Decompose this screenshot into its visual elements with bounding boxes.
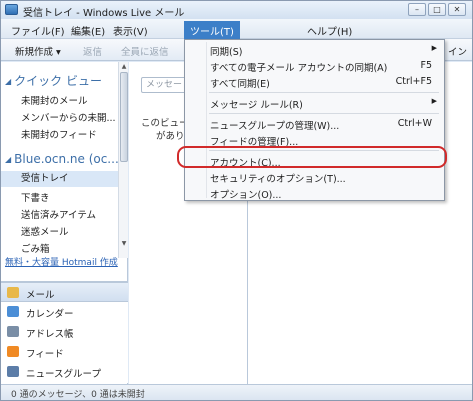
menu-help[interactable]: ヘルプ(H)	[303, 22, 356, 39]
menu-view[interactable]: 表示(V)	[109, 22, 152, 39]
menu-tools[interactable]: ツール(T)	[184, 21, 240, 40]
menu-file[interactable]: ファイル(F)	[7, 22, 69, 39]
reply-button[interactable]: 返信	[83, 44, 102, 58]
highlight-ring	[177, 146, 447, 168]
hotmail-promo-link[interactable]: 無料・大容量 Hotmail 作成	[5, 255, 118, 268]
folder-drafts[interactable]: 下書き	[21, 190, 50, 204]
collapse-triangle-icon[interactable]: ◢	[5, 155, 11, 164]
window-controls: – □ ✕	[408, 3, 466, 16]
folder-inbox[interactable]: 受信トレイ	[1, 171, 118, 187]
submenu-arrow-icon: ▶	[431, 44, 437, 52]
menu-edit[interactable]: 編集(E)	[67, 22, 109, 39]
folder-sent[interactable]: 送信済みアイテム	[21, 207, 96, 221]
menu-item-sync-everything[interactable]: すべて同期(E) Ctrl+F5	[185, 74, 444, 90]
folder-unread-contacts[interactable]: メンバーからの未開...	[21, 110, 116, 124]
app-window: 受信トレイ - Windows Live メール – □ ✕ ファイル(F) 編…	[0, 0, 473, 401]
calendar-icon	[7, 306, 19, 317]
new-button[interactable]: 新規作成 ▾	[15, 44, 61, 58]
minimize-button[interactable]: –	[408, 3, 426, 16]
nav-contacts-button[interactable]: アドレス帳	[1, 322, 128, 342]
quick-view-header[interactable]: ◢ クイック ビュー	[5, 72, 102, 89]
folder-junk[interactable]: 迷惑メール	[21, 224, 69, 238]
windows-live-mail-icon	[5, 4, 18, 15]
nav-newsgroups-button[interactable]: ニュースグループ	[1, 362, 128, 382]
menu-item-security-options[interactable]: セキュリティのオプション(T)...	[185, 169, 444, 185]
reply-all-button[interactable]: 全員に返信	[121, 44, 169, 58]
folder-unread-mail[interactable]: 未開封のメール	[21, 93, 88, 107]
scroll-up-icon[interactable]: ▲	[120, 63, 128, 71]
account-header[interactable]: ◢ Blue.ocn.ne (oc...	[5, 152, 119, 166]
menu-separator	[209, 113, 439, 114]
status-bar: 0 通のメッセージ、0 通は未開封	[1, 384, 472, 400]
maximize-button[interactable]: □	[428, 3, 446, 16]
menu-bar: ファイル(F) 編集(E) 表示(V) ツール(T) ヘルプ(H)	[1, 19, 472, 40]
title-bar: 受信トレイ - Windows Live メール – □ ✕	[1, 1, 472, 19]
nav-calendar-button[interactable]: カレンダー	[1, 302, 128, 322]
folder-unread-feeds[interactable]: 未開封のフィード	[21, 127, 97, 141]
contacts-icon	[7, 326, 19, 337]
menu-item-sync[interactable]: 同期(S) ▶	[185, 42, 444, 58]
menu-item-message-rules[interactable]: メッセージ ルール(R) ▶	[185, 95, 444, 111]
menu-separator	[209, 92, 439, 93]
menu-item-options[interactable]: オプション(O)...	[185, 185, 444, 201]
window-title: 受信トレイ - Windows Live メール	[23, 8, 185, 19]
signin-button[interactable]: イン	[448, 44, 467, 58]
submenu-arrow-icon: ▶	[431, 97, 437, 105]
menu-item-sync-all-email[interactable]: すべての電子メール アカウントの同期(A) F5	[185, 58, 444, 74]
newsgroup-icon	[7, 366, 19, 377]
nav-buttons: メール カレンダー アドレス帳 フィード ニュースグループ	[1, 281, 128, 383]
menu-item-newsgroups[interactable]: ニュースグループの管理(W)... Ctrl+W	[185, 116, 444, 132]
scroll-thumb[interactable]	[120, 72, 128, 162]
folder-deleted[interactable]: ごみ箱	[21, 241, 50, 255]
close-button[interactable]: ✕	[448, 3, 466, 16]
collapse-triangle-icon[interactable]: ◢	[5, 77, 11, 86]
nav-feeds-button[interactable]: フィード	[1, 342, 128, 362]
scroll-down-icon[interactable]: ▼	[120, 240, 128, 248]
feed-icon	[7, 346, 19, 357]
mail-icon	[7, 287, 19, 298]
folder-scrollbar[interactable]: ▲ ▼	[118, 62, 128, 258]
nav-mail-button[interactable]: メール	[1, 282, 128, 302]
tools-menu: 同期(S) ▶ すべての電子メール アカウントの同期(A) F5 すべて同期(E…	[184, 39, 445, 201]
